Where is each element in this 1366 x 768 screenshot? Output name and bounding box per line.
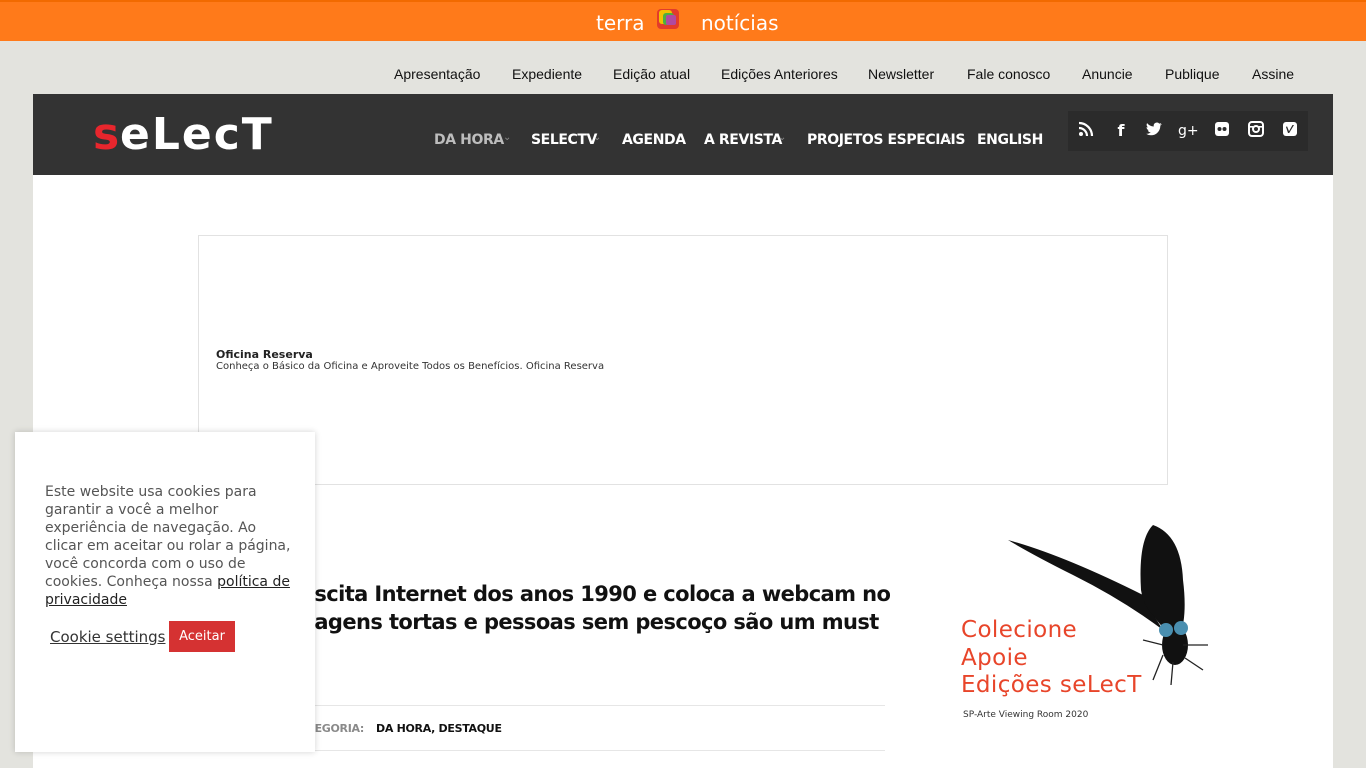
headline-line-1: uscita Internet dos anos 1990 e coloca a… — [300, 582, 891, 606]
util-nav-anuncie[interactable]: Anuncie — [1082, 66, 1133, 82]
nav-selectv[interactable]: SELECTV — [531, 132, 597, 148]
util-nav-newsletter[interactable]: Newsletter — [868, 66, 934, 82]
utility-nav: Apresentação Expediente Edição atual Edi… — [0, 66, 1366, 86]
google-plus-icon[interactable]: g+ — [1178, 121, 1199, 141]
ad-title[interactable]: Oficina Reserva — [216, 348, 313, 361]
sidebar-ad-line-1: Colecione — [961, 617, 1078, 643]
cookie-text: Este website usa cookies para garantir a… — [45, 483, 295, 609]
sidebar-ad[interactable]: Colecione Apoie Edições seLecT SP-Arte V… — [958, 520, 1218, 730]
nav-agenda[interactable]: AGENDA — [622, 132, 686, 148]
cookie-settings-link[interactable]: Cookie settings — [50, 628, 166, 646]
nav-a-revista[interactable]: A REVISTA — [704, 132, 782, 148]
svg-text:eLecT: eLecT — [120, 111, 274, 153]
util-nav-expediente[interactable]: Expediente — [512, 66, 582, 82]
terra-section-title[interactable]: notícias — [701, 11, 779, 35]
nav-english[interactable]: ENGLISH — [977, 132, 1043, 148]
chevron-down-icon: ⌄ — [593, 132, 602, 143]
twitter-icon[interactable] — [1144, 121, 1164, 141]
facebook-icon[interactable]: f — [1111, 121, 1131, 141]
terra-cube-icon — [657, 9, 679, 29]
social-icons: f g+ — [1068, 111, 1308, 151]
chevron-down-icon: ⌄ — [778, 132, 787, 143]
vimeo-icon[interactable] — [1280, 121, 1300, 141]
rss-icon[interactable] — [1076, 121, 1096, 141]
chevron-down-icon: ⌄ — [503, 132, 512, 143]
svg-text:s: s — [93, 111, 119, 153]
headline-line-2: nagens tortas e pessoas sem pescoço são … — [300, 610, 879, 634]
util-nav-apresentacao[interactable]: Apresentação — [394, 66, 480, 82]
util-nav-assine[interactable]: Assine — [1252, 66, 1294, 82]
terra-logo-text[interactable]: terra — [596, 11, 645, 35]
instagram-icon[interactable] — [1246, 121, 1266, 141]
select-logo[interactable]: s eLecT — [93, 111, 283, 153]
article-headline[interactable]: uscita Internet dos anos 1990 e coloca a… — [300, 580, 900, 636]
util-nav-publique[interactable]: Publique — [1165, 66, 1220, 82]
util-nav-edicao-atual[interactable]: Edição atual — [613, 66, 690, 82]
category-links[interactable]: DA HORA, DESTAQUE — [376, 722, 502, 735]
util-nav-edicoes-anteriores[interactable]: Edições Anteriores — [721, 66, 838, 82]
sidebar-ad-caption: SP-Arte Viewing Room 2020 — [963, 710, 1089, 720]
sidebar-ad-text: Colecione Apoie Edições seLecT — [961, 617, 1142, 700]
nav-projetos-especiais[interactable]: PROJETOS ESPECIAIS — [807, 132, 965, 148]
main-header: s eLecT DA HORA ⌄ SELECTV ⌄ AGENDA A REV… — [33, 94, 1333, 175]
nav-da-hora[interactable]: DA HORA — [434, 132, 504, 148]
terra-top-bar: terra notícias — [0, 0, 1366, 41]
sidebar-ad-line-3: Edições seLecT — [961, 672, 1142, 698]
util-nav-fale-conosco[interactable]: Fale conosco — [967, 66, 1050, 82]
article-meta: ATEGORIA: DA HORA, DESTAQUE — [300, 705, 885, 751]
flickr-icon[interactable] — [1212, 121, 1232, 141]
ad-subtitle: Conheça o Básico da Oficina e Aproveite … — [216, 361, 605, 372]
chevron-down-icon: ⌄ — [945, 132, 954, 143]
ad-banner[interactable]: Oficina Reserva Conheça o Básico da Ofic… — [198, 235, 1168, 485]
accept-button[interactable]: Aceitar — [169, 621, 235, 652]
sidebar-ad-line-2: Apoie — [961, 644, 1028, 671]
cookie-banner: Este website usa cookies para garantir a… — [15, 432, 315, 752]
